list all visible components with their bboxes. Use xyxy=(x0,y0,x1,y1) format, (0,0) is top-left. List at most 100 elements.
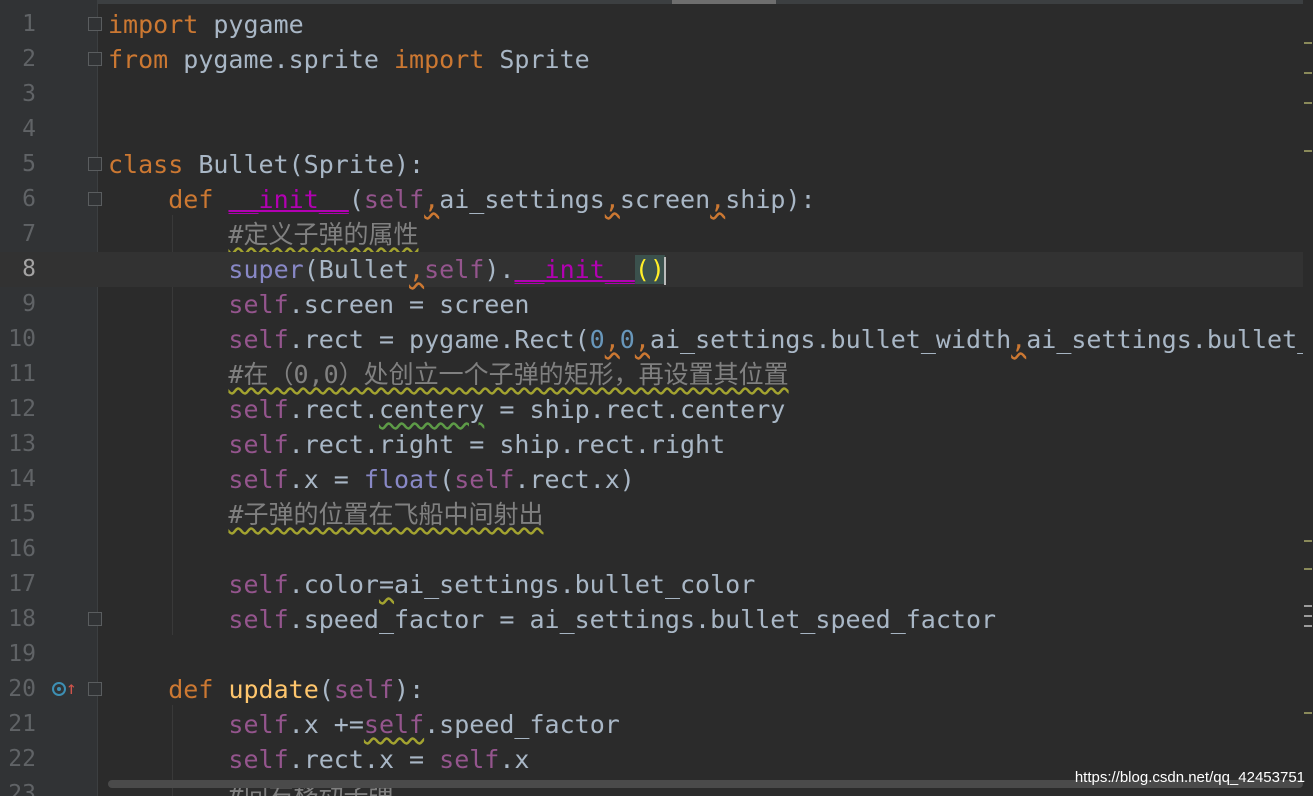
keyword: def xyxy=(168,675,214,704)
code-editor[interactable]: 1 import pygame 2 from pygame.sprite imp… xyxy=(0,0,1313,796)
up-arrow-icon[interactable]: ↑ xyxy=(66,680,77,698)
code-text: .x += xyxy=(288,710,364,739)
self-keyword: self xyxy=(363,185,425,214)
code-text: = ship.rect.centery xyxy=(484,395,786,424)
line-number: 9 xyxy=(22,291,36,317)
code-line[interactable]: 1 import pygame xyxy=(0,7,1313,42)
scroll-marker[interactable] xyxy=(1304,102,1312,104)
self-keyword: self xyxy=(228,465,289,494)
text-caret xyxy=(663,257,666,285)
line-number: 22 xyxy=(8,746,36,772)
scroll-marker[interactable] xyxy=(1304,568,1312,570)
builtin-call: super xyxy=(228,255,304,284)
scroll-marker[interactable] xyxy=(1304,615,1312,617)
line-number: 12 xyxy=(8,396,36,422)
self-keyword: self xyxy=(333,675,395,704)
code-text: pygame.sprite xyxy=(168,45,394,74)
code-line[interactable]: 13 self.rect.right = ship.rect.right xyxy=(0,427,1313,462)
comma: , xyxy=(409,255,425,284)
code-text: .x xyxy=(499,745,530,774)
self-keyword: self xyxy=(228,290,289,319)
code-text: pygame xyxy=(198,10,304,39)
scroll-marker[interactable] xyxy=(1304,72,1312,74)
line-number: 23 xyxy=(8,781,36,796)
fold-toggle-icon[interactable] xyxy=(88,192,102,206)
fold-toggle-icon[interactable] xyxy=(88,52,102,66)
self-keyword: self xyxy=(228,710,289,739)
code-text: .speed_factor = ai_settings.bullet_speed… xyxy=(288,605,997,634)
vertical-scrollbar[interactable] xyxy=(1303,0,1313,780)
line-number: 15 xyxy=(8,501,36,527)
code-line[interactable]: 18 self.speed_factor = ai_settings.bulle… xyxy=(0,602,1313,637)
fold-toggle-icon[interactable] xyxy=(88,157,102,171)
line-number: 20 xyxy=(8,676,36,702)
self-keyword: self xyxy=(228,395,289,424)
code-text: .rect.x = xyxy=(288,745,440,774)
code-line[interactable]: 9 self.screen = screen xyxy=(0,287,1313,322)
line-number: 7 xyxy=(22,221,36,247)
scroll-marker[interactable] xyxy=(1304,712,1312,714)
param: ai_settings xyxy=(439,185,605,214)
override-method-icon[interactable] xyxy=(52,682,66,696)
code-line[interactable]: 7 #定义子弹的属性 xyxy=(0,217,1313,252)
code-text: ): xyxy=(785,185,816,214)
line-number: 2 xyxy=(22,46,36,72)
line-number: 6 xyxy=(22,186,36,212)
scroll-marker[interactable] xyxy=(1304,540,1312,542)
scroll-marker[interactable] xyxy=(1304,605,1312,607)
keyword: import xyxy=(108,10,199,39)
code-line[interactable]: 19 xyxy=(0,637,1313,672)
line-number: 17 xyxy=(8,571,36,597)
fold-toggle-icon[interactable] xyxy=(88,17,102,31)
code-line[interactable]: 6 def __init__(self,ai_settings,screen,s… xyxy=(0,182,1313,217)
line-number: 14 xyxy=(8,466,36,492)
code-text: ): xyxy=(394,675,425,704)
line-number: 1 xyxy=(22,11,36,37)
code-text: .x = xyxy=(288,465,364,494)
code-line[interactable]: 17 self.color=ai_settings.bullet_color xyxy=(0,567,1313,602)
line-number: 4 xyxy=(22,116,36,142)
builtin-call: float xyxy=(363,465,440,494)
code-text: Sprite xyxy=(484,45,590,74)
magic-method: __init__ xyxy=(228,185,349,214)
code-text: ai_settings.bullet_color xyxy=(394,570,756,599)
function-name: update xyxy=(228,675,319,704)
line-number: 16 xyxy=(8,536,36,562)
code-line[interactable]: 16 xyxy=(0,532,1313,567)
code-line[interactable]: 15 #子弹的位置在飞船中间射出 xyxy=(0,497,1313,532)
fold-end-icon[interactable] xyxy=(88,612,102,626)
comma: , xyxy=(634,325,650,354)
scroll-marker[interactable] xyxy=(1304,150,1312,152)
code-line[interactable]: 3 xyxy=(0,77,1313,112)
comma: , xyxy=(1011,325,1027,354)
code-line[interactable]: 20 def update(self): xyxy=(0,672,1313,707)
line-number: 13 xyxy=(8,431,36,457)
magic-method: __init__ xyxy=(514,255,635,284)
code-line[interactable]: 4 xyxy=(0,112,1313,147)
self-keyword: self xyxy=(454,465,515,494)
comment: #在（0,0）处创立一个子弹的矩形，再设置其位置 xyxy=(228,360,789,389)
code-line[interactable]: 12 self.rect.centery = ship.rect.centery xyxy=(0,392,1313,427)
code-line[interactable]: 14 self.x = float(self.rect.x) xyxy=(0,462,1313,497)
comment: #定义子弹的属性 xyxy=(228,220,419,249)
code-text: ). xyxy=(484,255,515,284)
scroll-marker[interactable] xyxy=(1304,625,1312,627)
self-keyword: self xyxy=(439,745,500,774)
scroll-marker[interactable] xyxy=(1304,42,1312,44)
code-text: .color xyxy=(288,570,379,599)
code-line-current[interactable]: 8 super(Bullet,self).__init__() xyxy=(0,252,1313,287)
active-tab-indicator[interactable] xyxy=(672,0,776,4)
fold-toggle-icon[interactable] xyxy=(88,682,102,696)
code-line[interactable]: 5 class Bullet(Sprite): xyxy=(0,147,1313,182)
code-line[interactable]: 2 from pygame.sprite import Sprite xyxy=(0,42,1313,77)
self-keyword: self xyxy=(228,325,289,354)
number: 0 xyxy=(619,325,635,354)
comma: , xyxy=(604,185,620,214)
code-line[interactable]: 10 self.rect = pygame.Rect(0,0,ai_settin… xyxy=(0,322,1313,357)
unresolved-attribute: centery xyxy=(378,395,485,424)
line-number: 3 xyxy=(22,81,36,107)
code-line[interactable]: 11 #在（0,0）处创立一个子弹的矩形，再设置其位置 xyxy=(0,357,1313,392)
matched-parens: () xyxy=(634,255,665,284)
code-line[interactable]: 21 self.x +=self.speed_factor xyxy=(0,707,1313,742)
keyword: import xyxy=(394,45,485,74)
